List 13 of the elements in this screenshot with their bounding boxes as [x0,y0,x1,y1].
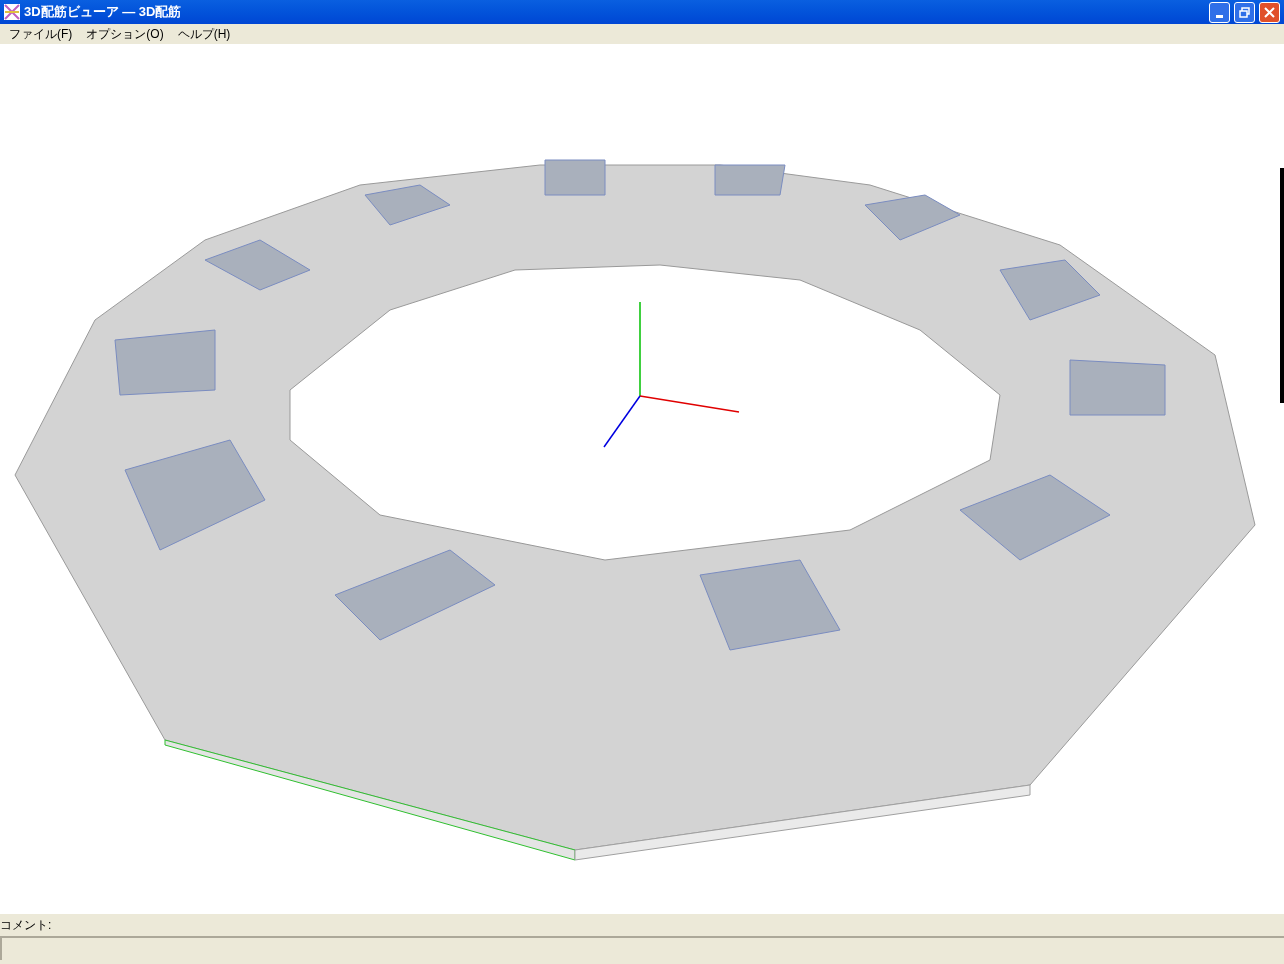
menu-item[interactable]: ファイル(F) [4,25,78,43]
comment-field[interactable] [0,936,1284,960]
close-button[interactable] [1259,1,1280,23]
window-title: 3D配筋ビューア — 3D配筋 [24,3,183,22]
app-icon [4,4,20,20]
minimize-button[interactable] [1209,1,1230,23]
menu-item[interactable]: オプション(O) [81,25,169,43]
minimize-icon [1216,14,1223,18]
restore-icon [1239,6,1250,18]
comment-label: コメント: [0,917,52,934]
restore-button[interactable] [1234,1,1255,23]
close-icon [1264,6,1275,18]
menu-item[interactable]: ヘルプ(H) [172,25,236,43]
